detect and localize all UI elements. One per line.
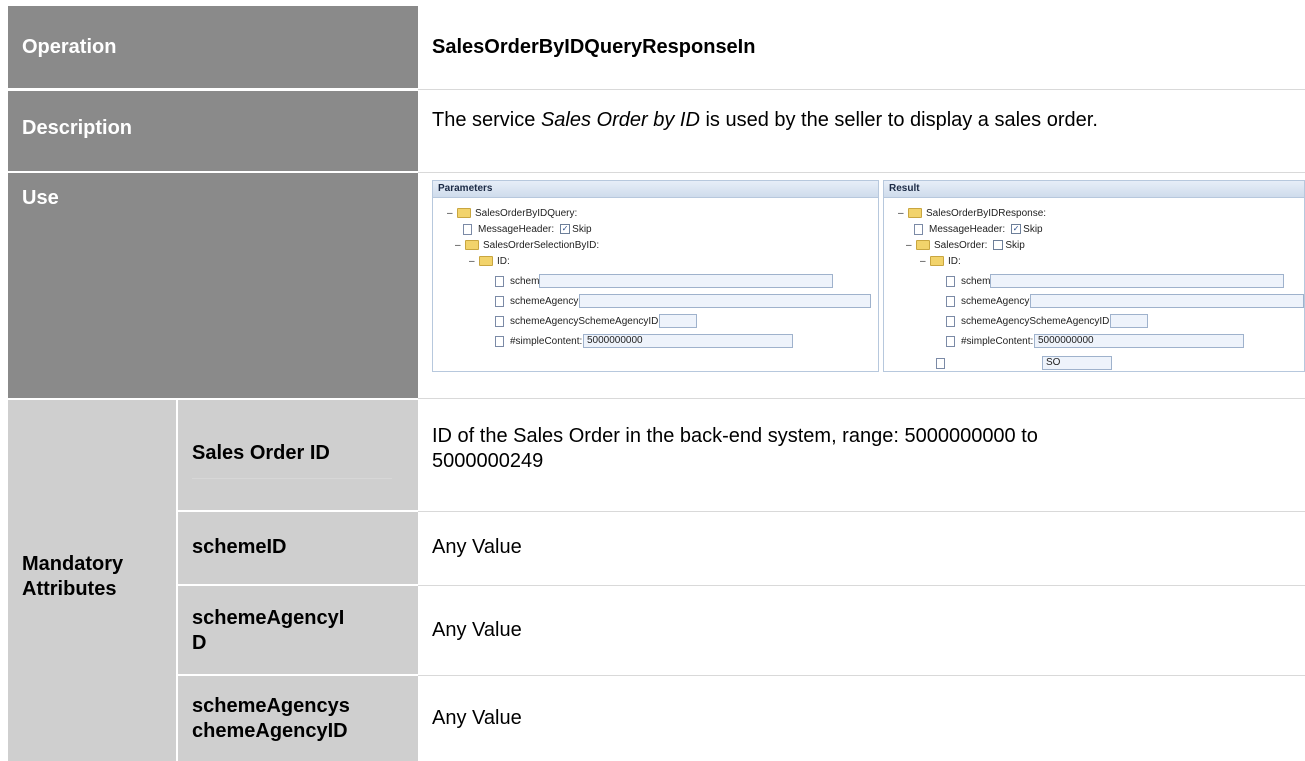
attribute-value: ID of the Sales Order in the back-end sy… bbox=[432, 425, 1038, 472]
attribute-name: schemeAgencys chemeAgencyID bbox=[192, 695, 350, 742]
folder-icon bbox=[479, 256, 493, 267]
processing-type-input[interactable]: SO bbox=[1042, 356, 1112, 370]
separator bbox=[418, 398, 1305, 399]
collapse-icon: – bbox=[920, 256, 926, 267]
attribute-name: schemeAgencyI D bbox=[192, 607, 345, 654]
tree-node-sales-order: – SalesOrder: Skip bbox=[906, 240, 1025, 251]
tree-node-scheme-agency-scheme-agency-id: schemeAgencySchemeAgencyID: bbox=[946, 315, 1112, 329]
folder-icon bbox=[465, 240, 479, 251]
tree-node-scheme-agency-id: schemeAgencyID: bbox=[946, 295, 1042, 309]
document-icon bbox=[463, 223, 472, 235]
mandatory-label-cell: Mandatory Attributes bbox=[8, 400, 176, 761]
operation-value-cell: SalesOrderByIDQueryResponseIn bbox=[418, 6, 1305, 88]
folder-icon bbox=[908, 208, 922, 219]
tree-node-scheme-agency-id: schemeAgencyID: bbox=[495, 295, 591, 309]
description-service-name: Sales Order by ID bbox=[540, 109, 700, 131]
scheme-agency-scheme-agency-id-input[interactable] bbox=[659, 314, 697, 328]
document-icon bbox=[495, 295, 504, 307]
tree-node-message-header: MessageHeader: ✓ Skip bbox=[914, 223, 1043, 237]
collapse-icon: – bbox=[455, 240, 461, 251]
result-panel: Result – SalesOrderByIDResponse: MessageH… bbox=[883, 180, 1305, 372]
parameters-panel: Parameters – SalesOrderByIDQuery: Message… bbox=[432, 180, 879, 372]
column-divider bbox=[176, 400, 178, 761]
skip-checkbox[interactable] bbox=[993, 240, 1004, 251]
folder-icon bbox=[930, 256, 944, 267]
attribute-name-cell-scheme-id: schemeID bbox=[178, 512, 418, 584]
description-value-cell: The service Sales Order by ID is used by… bbox=[418, 91, 1305, 171]
simple-content-input[interactable]: 5000000000 bbox=[1034, 334, 1244, 348]
use-label-cell: Use bbox=[8, 173, 418, 398]
separator bbox=[418, 89, 1305, 90]
skip-checkbox[interactable]: ✓ bbox=[1011, 224, 1022, 235]
attribute-value-cell-scheme-agency-scheme-agency-id: Any Value bbox=[418, 676, 1305, 761]
simple-content-input[interactable]: 5000000000 bbox=[583, 334, 793, 348]
scheme-agency-scheme-agency-id-input[interactable] bbox=[1110, 314, 1148, 328]
tree-node-root: – SalesOrderByIDResponse: bbox=[898, 208, 1047, 219]
attribute-value-cell-sales-order-id: ID of the Sales Order in the back-end sy… bbox=[418, 400, 1305, 510]
tree-node-message-header: MessageHeader: ✓ Skip bbox=[463, 223, 592, 237]
use-screenshot: Parameters – SalesOrderByIDQuery: Message… bbox=[432, 180, 1305, 372]
document-icon bbox=[495, 315, 504, 327]
collapse-icon: – bbox=[447, 208, 453, 219]
document-icon bbox=[946, 275, 955, 287]
operation-label-cell: Operation bbox=[8, 6, 418, 88]
attribute-name-cell-sales-order-id: Sales Order ID bbox=[178, 400, 418, 510]
separator bbox=[418, 172, 1305, 173]
document-icon bbox=[946, 315, 955, 327]
document-icon bbox=[495, 275, 504, 287]
tree-node-processing-type bbox=[936, 357, 951, 371]
attribute-name-cell-scheme-agency-id: schemeAgencyI D bbox=[178, 586, 418, 674]
operation-label: Operation bbox=[22, 36, 117, 58]
folder-icon bbox=[916, 240, 930, 251]
mandatory-label: Mandatory Attributes bbox=[22, 553, 124, 600]
description-label: Description bbox=[22, 117, 133, 139]
attribute-value-cell-scheme-id: Any Value bbox=[418, 512, 1305, 584]
skip-checkbox[interactable]: ✓ bbox=[560, 224, 571, 235]
document-icon bbox=[495, 335, 504, 347]
use-label: Use bbox=[22, 187, 59, 209]
attribute-name: Sales Order ID bbox=[192, 442, 330, 464]
tree-node-id: – ID: bbox=[469, 256, 510, 267]
scheme-agency-id-input[interactable] bbox=[579, 294, 871, 308]
folder-icon bbox=[457, 208, 471, 219]
attribute-name: schemeID bbox=[192, 536, 287, 558]
collapse-icon: – bbox=[469, 256, 475, 267]
attribute-value: Any Value bbox=[432, 536, 522, 558]
attribute-value-cell-scheme-agency-id: Any Value bbox=[418, 586, 1305, 674]
tree-node-selection: – SalesOrderSelectionByID: bbox=[455, 240, 600, 251]
document-icon bbox=[914, 223, 923, 235]
operation-value: SalesOrderByIDQueryResponseIn bbox=[432, 36, 756, 58]
tree-node-simple-content: #simpleContent: bbox=[495, 335, 582, 349]
tree-node-scheme-agency-scheme-agency-id: schemeAgencySchemeAgencyID: bbox=[495, 315, 661, 329]
collapse-icon: – bbox=[898, 208, 904, 219]
attribute-value: Any Value bbox=[432, 707, 522, 729]
tree-node-simple-content: #simpleContent: bbox=[946, 335, 1033, 349]
result-panel-title: Result bbox=[884, 181, 1304, 198]
collapse-icon: – bbox=[906, 240, 912, 251]
scheme-id-input[interactable] bbox=[539, 274, 833, 288]
tree-node-id: – ID: bbox=[920, 256, 961, 267]
scheme-agency-id-input[interactable] bbox=[1030, 294, 1304, 308]
document-icon bbox=[946, 295, 955, 307]
document-icon bbox=[936, 357, 945, 369]
tree-node-root: – SalesOrderByIDQuery: bbox=[447, 208, 578, 219]
attribute-value: Any Value bbox=[432, 619, 522, 641]
attribute-name-cell-scheme-agency-scheme-agency-id: schemeAgencys chemeAgencyID bbox=[178, 676, 418, 761]
divider bbox=[192, 478, 392, 479]
parameters-panel-title: Parameters bbox=[433, 181, 878, 198]
description-label-cell: Description bbox=[8, 91, 418, 171]
scheme-id-input[interactable] bbox=[990, 274, 1284, 288]
document-icon bbox=[946, 335, 955, 347]
description-text: The service Sales Order by ID is used by… bbox=[432, 109, 1098, 131]
